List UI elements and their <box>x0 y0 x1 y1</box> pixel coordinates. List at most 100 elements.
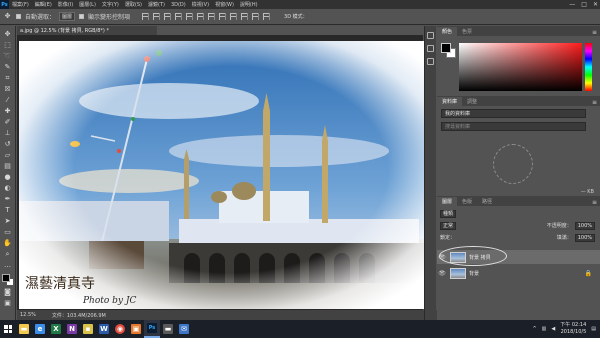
zoom-level[interactable]: 12.5% <box>20 312 36 318</box>
library-search-input[interactable]: 搜尋資料庫 <box>441 122 586 131</box>
fill-input[interactable]: 100% <box>574 233 595 242</box>
clone-stamp-tool-icon[interactable]: ⊥ <box>3 129 12 138</box>
taskbar-image-viewer[interactable]: ▣ <box>128 320 144 338</box>
menu-3d[interactable]: 3D(D) <box>168 2 189 8</box>
tab-color[interactable]: 顏色 <box>437 27 458 36</box>
layer-row-background-copy[interactable]: 👁 背景 拷貝 <box>437 246 600 266</box>
visibility-eye-icon[interactable]: 👁 <box>437 270 447 277</box>
volume-icon[interactable]: ◀ <box>551 326 555 332</box>
quick-select-tool-icon[interactable]: ✎ <box>3 63 12 72</box>
screen-mode-icon[interactable]: ▣ <box>3 299 12 308</box>
layer-name[interactable]: 背景 拷貝 <box>469 254 491 261</box>
taskbar-excel[interactable]: X <box>48 320 64 338</box>
eyedropper-tool-icon[interactable]: ⁄ <box>3 96 12 105</box>
menu-select[interactable]: 選取(S) <box>122 1 145 8</box>
visibility-eye-icon[interactable]: 👁 <box>437 254 447 261</box>
paragraph-panel-icon[interactable] <box>427 58 434 65</box>
dodge-tool-icon[interactable]: ◐ <box>3 184 12 193</box>
blend-mode-dropdown[interactable]: 正常 <box>440 221 457 230</box>
frame-tool-icon[interactable]: ☒ <box>3 85 12 94</box>
layer-row-background[interactable]: 👁 背景 🔒 <box>437 266 600 280</box>
align-center-icon[interactable] <box>186 13 194 20</box>
tab-adjustments[interactable]: 調整 <box>462 97 482 106</box>
taskbar-chrome[interactable]: ◉ <box>112 320 128 338</box>
gradient-tool-icon[interactable]: ▤ <box>3 162 12 171</box>
menu-image[interactable]: 影像(I) <box>55 1 76 8</box>
library-add-icon[interactable] <box>493 144 533 184</box>
path-select-tool-icon[interactable]: ➤ <box>3 217 12 226</box>
foreground-color-swatch[interactable] <box>1 274 10 282</box>
menu-window[interactable]: 視窗(W) <box>212 1 237 8</box>
document-tab[interactable]: a.jpg @ 12.5% (背景 拷貝, RGB/8*) * <box>17 26 157 35</box>
layer-filter-dropdown[interactable]: 種類 <box>440 209 457 218</box>
align-left-icon[interactable] <box>175 13 183 20</box>
layer-name[interactable]: 背景 <box>469 270 479 277</box>
distribute-middle-icon[interactable] <box>219 13 227 20</box>
color-swatches[interactable] <box>1 274 14 286</box>
menu-type[interactable]: 文字(Y) <box>99 1 122 8</box>
distribute-top-icon[interactable] <box>208 13 216 20</box>
taskbar-edge[interactable]: e <box>32 320 48 338</box>
tab-libraries[interactable]: 資料庫 <box>437 97 463 106</box>
menu-edit[interactable]: 編輯(E) <box>32 1 55 8</box>
lasso-tool-icon[interactable]: ➰ <box>3 52 12 61</box>
move-tool-preset-icon[interactable]: ✥ <box>3 12 12 21</box>
document-info[interactable]: 文件：103.4M/206.9M <box>52 312 106 319</box>
history-brush-tool-icon[interactable]: ↺ <box>3 140 12 149</box>
menu-layer[interactable]: 圖層(L) <box>76 1 99 8</box>
rectangle-tool-icon[interactable]: ▭ <box>3 228 12 237</box>
menu-view[interactable]: 檢視(V) <box>189 1 212 8</box>
tab-layers[interactable]: 圖層 <box>437 197 458 206</box>
taskbar-file-explorer[interactable]: ▬ <box>16 320 32 338</box>
tab-channels[interactable]: 色版 <box>457 197 477 206</box>
up-arrow-icon[interactable]: ^ <box>532 326 536 332</box>
tab-swatches[interactable]: 色票 <box>457 27 477 36</box>
taskbar-folder[interactable]: ▬ <box>160 320 176 338</box>
distribute-bottom-icon[interactable] <box>230 13 238 20</box>
photo-canvas[interactable]: 濕藝清真寺 Photo by JC <box>19 41 427 309</box>
history-panel-icon[interactable] <box>427 32 434 39</box>
menu-help[interactable]: 說明(H) <box>237 1 261 8</box>
menu-file[interactable]: 檔案(F) <box>9 1 32 8</box>
hue-slider[interactable] <box>585 43 592 91</box>
align-top-icon[interactable] <box>142 13 150 20</box>
properties-panel-icon[interactable] <box>427 45 434 52</box>
move-tool-icon[interactable]: ✥ <box>3 30 12 39</box>
color-picker-field[interactable] <box>459 43 582 91</box>
more-tools-icon[interactable]: … <box>3 261 12 270</box>
close-icon[interactable]: ✕ <box>593 1 598 8</box>
align-middle-icon[interactable] <box>153 13 161 20</box>
taskbar-notes[interactable]: ▪ <box>80 320 96 338</box>
eraser-tool-icon[interactable]: ▱ <box>3 151 12 160</box>
clock[interactable]: 下午 02:14 2018/10/5 <box>560 322 586 336</box>
align-right-icon[interactable] <box>197 13 205 20</box>
canvas-area[interactable]: 濕藝清真寺 Photo by JC <box>17 35 427 310</box>
blur-tool-icon[interactable]: ● <box>3 173 12 182</box>
align-bottom-icon[interactable] <box>164 13 172 20</box>
show-transform-checkbox[interactable] <box>79 14 85 19</box>
auto-select-checkbox[interactable] <box>16 14 21 19</box>
maximize-icon[interactable]: □ <box>581 1 587 8</box>
minimize-icon[interactable]: — <box>569 1 575 8</box>
library-dropdown[interactable]: 我的資料庫 <box>441 109 586 118</box>
type-tool-icon[interactable]: T <box>3 206 12 215</box>
color-panel-foreground-swatch[interactable] <box>441 43 451 53</box>
start-button[interactable] <box>0 320 16 338</box>
brush-tool-icon[interactable]: ✐ <box>3 118 12 127</box>
distribute-right-icon[interactable] <box>263 13 271 20</box>
notifications-icon[interactable]: ▤ <box>591 326 596 332</box>
marquee-tool-icon[interactable]: ⬚ <box>3 41 12 50</box>
crop-tool-icon[interactable]: ⌗ <box>3 74 12 83</box>
opacity-input[interactable]: 100% <box>574 221 595 230</box>
healing-brush-tool-icon[interactable]: ✚ <box>3 107 12 116</box>
menu-filter[interactable]: 濾鏡(T) <box>145 1 168 8</box>
hand-tool-icon[interactable]: ✋ <box>3 239 12 248</box>
taskbar-mail[interactable]: ✉ <box>176 320 192 338</box>
taskbar-onenote[interactable]: N <box>64 320 80 338</box>
network-icon[interactable]: ▥ <box>542 326 547 332</box>
auto-select-dropdown[interactable]: 圖層 <box>59 12 76 21</box>
distribute-center-icon[interactable] <box>252 13 260 20</box>
taskbar-word[interactable]: W <box>96 320 112 338</box>
distribute-left-icon[interactable] <box>241 13 249 20</box>
library-menu-icon[interactable]: ≡ <box>592 99 600 106</box>
